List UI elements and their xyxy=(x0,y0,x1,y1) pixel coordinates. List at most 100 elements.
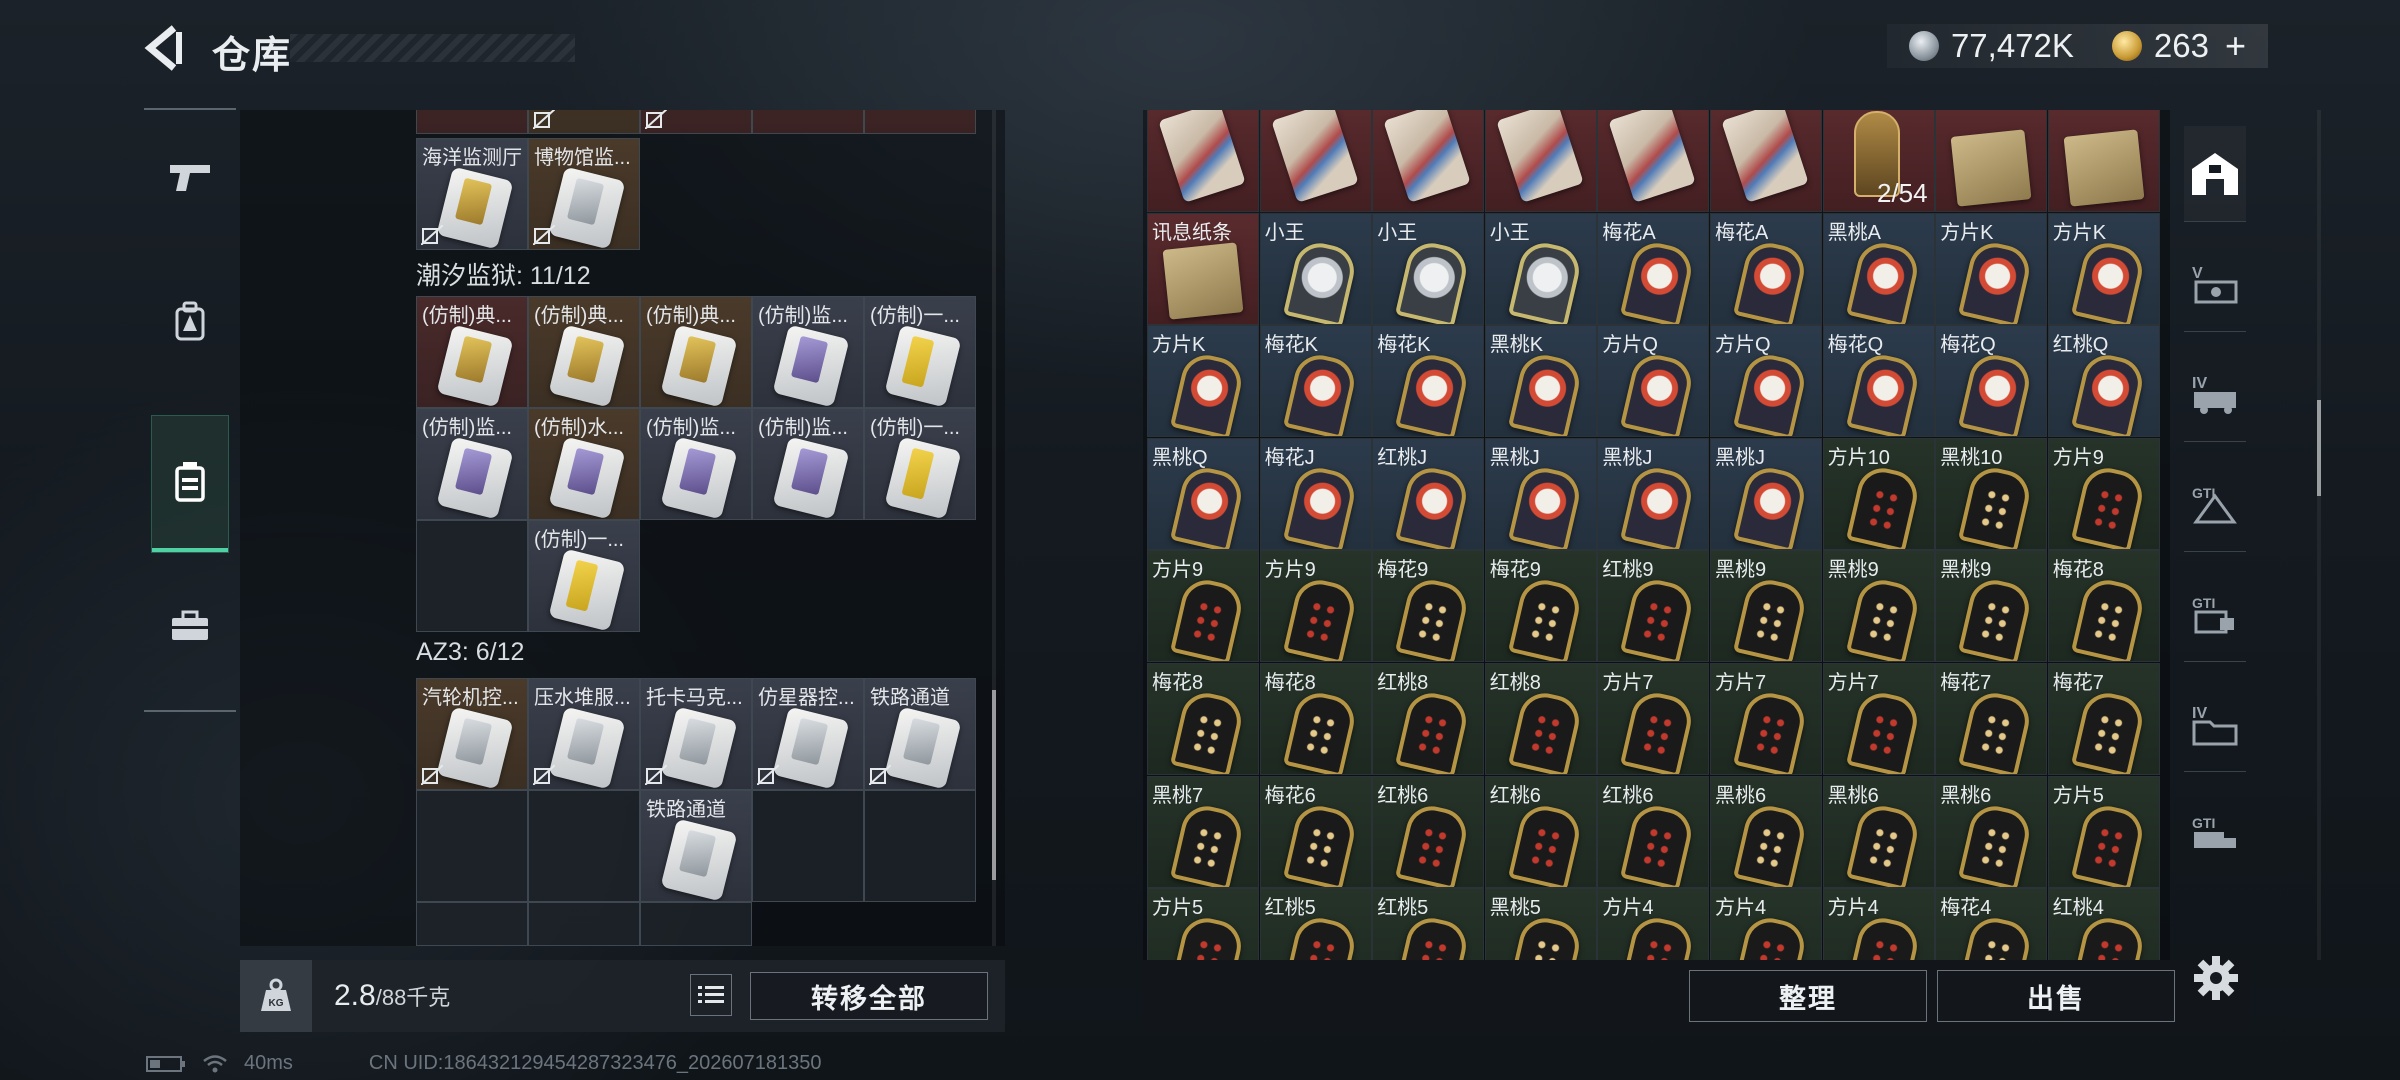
inventory-item[interactable]: 黑桃5 xyxy=(1484,888,1597,960)
inventory-item[interactable]: 梅花8 xyxy=(2047,550,2160,663)
storage-item[interactable]: 博物馆监... xyxy=(528,138,640,250)
inventory-item[interactable]: 方片9 xyxy=(1259,550,1372,663)
inventory-item[interactable] xyxy=(1484,110,1597,212)
inventory-item[interactable]: 方片K xyxy=(1935,212,2048,325)
inventory-item[interactable] xyxy=(1259,110,1372,212)
inventory-item[interactable]: 黑桃K xyxy=(1484,325,1597,438)
inventory-item[interactable]: 方片4 xyxy=(1822,888,1935,960)
inventory-item[interactable]: 红桃Q xyxy=(2047,325,2160,438)
inventory-item[interactable]: 梅花K xyxy=(1259,325,1372,438)
storage-item[interactable]: (仿制)监... xyxy=(640,408,752,520)
transfer-all-button[interactable]: 转移全部 xyxy=(750,972,988,1020)
inventory-item[interactable]: 红桃6 xyxy=(1597,775,1710,888)
tab-briefcase[interactable] xyxy=(152,580,228,672)
inventory-item[interactable]: 黑桃9 xyxy=(1935,550,2048,663)
settings-button[interactable] xyxy=(2190,952,2242,1004)
storage-item[interactable]: 托卡马克... xyxy=(640,678,752,790)
inventory-item[interactable]: 黑桃7 xyxy=(1147,775,1259,888)
inventory-item[interactable]: 红桃5 xyxy=(1372,888,1485,960)
inventory-grid[interactable]: 2/54 讯息纸条 小王 小王 小王 梅花A 梅花A 黑桃A 方片K 方片K 方片K 梅花K 梅花K 黑桃… xyxy=(1147,110,2313,960)
inventory-item[interactable]: 小王 xyxy=(1259,212,1372,325)
inventory-item[interactable]: 方片K xyxy=(2047,212,2160,325)
storage-item[interactable]: (仿制)典... xyxy=(528,296,640,408)
inventory-item[interactable]: 梅花6 xyxy=(1259,775,1372,888)
storage-item[interactable]: (仿制)典... xyxy=(416,296,528,408)
storage-item[interactable]: (仿制)一... xyxy=(864,296,976,408)
inventory-item[interactable]: 小王 xyxy=(1372,212,1485,325)
inventory-scroll-thumb[interactable] xyxy=(2317,400,2321,496)
inventory-item[interactable] xyxy=(1935,110,2048,212)
tab-weapons[interactable] xyxy=(152,132,228,224)
storage-item[interactable]: (仿制)一... xyxy=(864,408,976,520)
inventory-item[interactable]: 梅花A xyxy=(1710,212,1822,325)
inventory-item[interactable]: 红桃6 xyxy=(1372,775,1485,888)
organize-button[interactable]: 整理 xyxy=(1689,970,1927,1022)
inventory-item[interactable]: 梅花9 xyxy=(1372,550,1485,663)
inventory-item[interactable]: 方片5 xyxy=(2047,775,2160,888)
inventory-item[interactable]: 红桃8 xyxy=(1372,663,1485,775)
inventory-item[interactable] xyxy=(1710,110,1822,212)
inventory-item[interactable]: 红桃8 xyxy=(1484,663,1597,775)
inventory-item[interactable]: 梅花Q xyxy=(1822,325,1935,438)
storage-item[interactable] xyxy=(640,110,752,134)
inventory-item[interactable] xyxy=(1372,110,1485,212)
storage-item[interactable]: (仿制)监... xyxy=(416,408,528,520)
inventory-item[interactable]: 方片9 xyxy=(1147,550,1259,663)
inventory-item[interactable]: 方片4 xyxy=(1597,888,1710,960)
inventory-item[interactable]: 方片Q xyxy=(1710,325,1822,438)
inventory-item[interactable]: 红桃9 xyxy=(1597,550,1710,663)
add-gold-button[interactable]: + xyxy=(2225,25,2246,67)
tab-gti-truck[interactable]: GTI xyxy=(2184,786,2246,882)
inventory-item[interactable]: 黑桃9 xyxy=(1710,550,1822,663)
inventory-item[interactable]: 方片4 xyxy=(1710,888,1822,960)
tab-level-iv-vehicle[interactable]: IV xyxy=(2184,346,2246,442)
tab-backpack[interactable] xyxy=(152,276,228,368)
inventory-item[interactable]: 红桃4 xyxy=(2047,888,2160,960)
inventory-item[interactable]: 梅花Q xyxy=(1935,325,2048,438)
tab-level-v[interactable]: V xyxy=(2184,236,2246,332)
inventory-item[interactable]: 方片10 xyxy=(1822,437,1935,550)
inventory-item[interactable]: 黑桃6 xyxy=(1822,775,1935,888)
storage-item[interactable]: (仿制)监... xyxy=(752,408,864,520)
inventory-item[interactable]: 2/54 xyxy=(1822,110,1935,212)
storage-item[interactable]: 海洋监测厅 xyxy=(416,138,528,250)
inventory-item[interactable]: 梅花7 xyxy=(2047,663,2160,775)
storage-scroll-thumb[interactable] xyxy=(992,690,996,880)
inventory-item[interactable]: 方片5 xyxy=(1147,888,1259,960)
storage-item[interactable]: (仿制)水... xyxy=(528,408,640,520)
inventory-item[interactable]: 梅花K xyxy=(1372,325,1485,438)
storage-item[interactable]: (仿制)一... xyxy=(528,520,640,632)
back-button[interactable] xyxy=(140,22,190,74)
storage-item[interactable]: 压水堆服... xyxy=(528,678,640,790)
inventory-item[interactable]: 梅花4 xyxy=(1935,888,2048,960)
storage-item[interactable]: 铁路通道 xyxy=(640,790,752,902)
inventory-item[interactable]: 黑桃10 xyxy=(1935,437,2048,550)
inventory-item[interactable]: 红桃5 xyxy=(1259,888,1372,960)
storage-item[interactable] xyxy=(528,110,640,134)
storage-item[interactable] xyxy=(864,110,976,134)
inventory-item[interactable]: 梅花7 xyxy=(1935,663,2048,775)
inventory-scrollbar[interactable] xyxy=(2317,110,2321,960)
inventory-item[interactable] xyxy=(1147,110,1259,212)
inventory-item[interactable]: 方片7 xyxy=(1710,663,1822,775)
inventory-item[interactable]: 黑桃6 xyxy=(1710,775,1822,888)
storage-item[interactable]: 仿星器控... xyxy=(752,678,864,790)
inventory-item[interactable]: 红桃J xyxy=(1372,437,1485,550)
storage-item[interactable]: 铁路通道 xyxy=(864,678,976,790)
inventory-item[interactable]: 梅花J xyxy=(1259,437,1372,550)
inventory-item[interactable]: 黑桃6 xyxy=(1935,775,2048,888)
tab-gti-lock[interactable]: GTI xyxy=(2184,566,2246,662)
storage-item[interactable]: 汽轮机控... xyxy=(416,678,528,790)
inventory-item[interactable]: 梅花8 xyxy=(1259,663,1372,775)
tab-level-iv-folder[interactable]: IV xyxy=(2184,676,2246,772)
storage-scroll-area[interactable]: 海洋监测厅 博物馆监... 潮汐监狱: 11/12 (仿制)典... (仿制)典… xyxy=(240,110,988,946)
storage-item[interactable] xyxy=(752,110,864,134)
inventory-item[interactable]: 黑桃J xyxy=(1597,437,1710,550)
tab-gti-triangle[interactable]: GTI xyxy=(2184,456,2246,552)
inventory-item[interactable]: 黑桃J xyxy=(1484,437,1597,550)
inventory-item[interactable]: 黑桃A xyxy=(1822,212,1935,325)
inventory-item[interactable]: 梅花9 xyxy=(1484,550,1597,663)
inventory-item[interactable]: 梅花A xyxy=(1597,212,1710,325)
inventory-item[interactable] xyxy=(2047,110,2160,212)
inventory-item[interactable] xyxy=(1597,110,1710,212)
